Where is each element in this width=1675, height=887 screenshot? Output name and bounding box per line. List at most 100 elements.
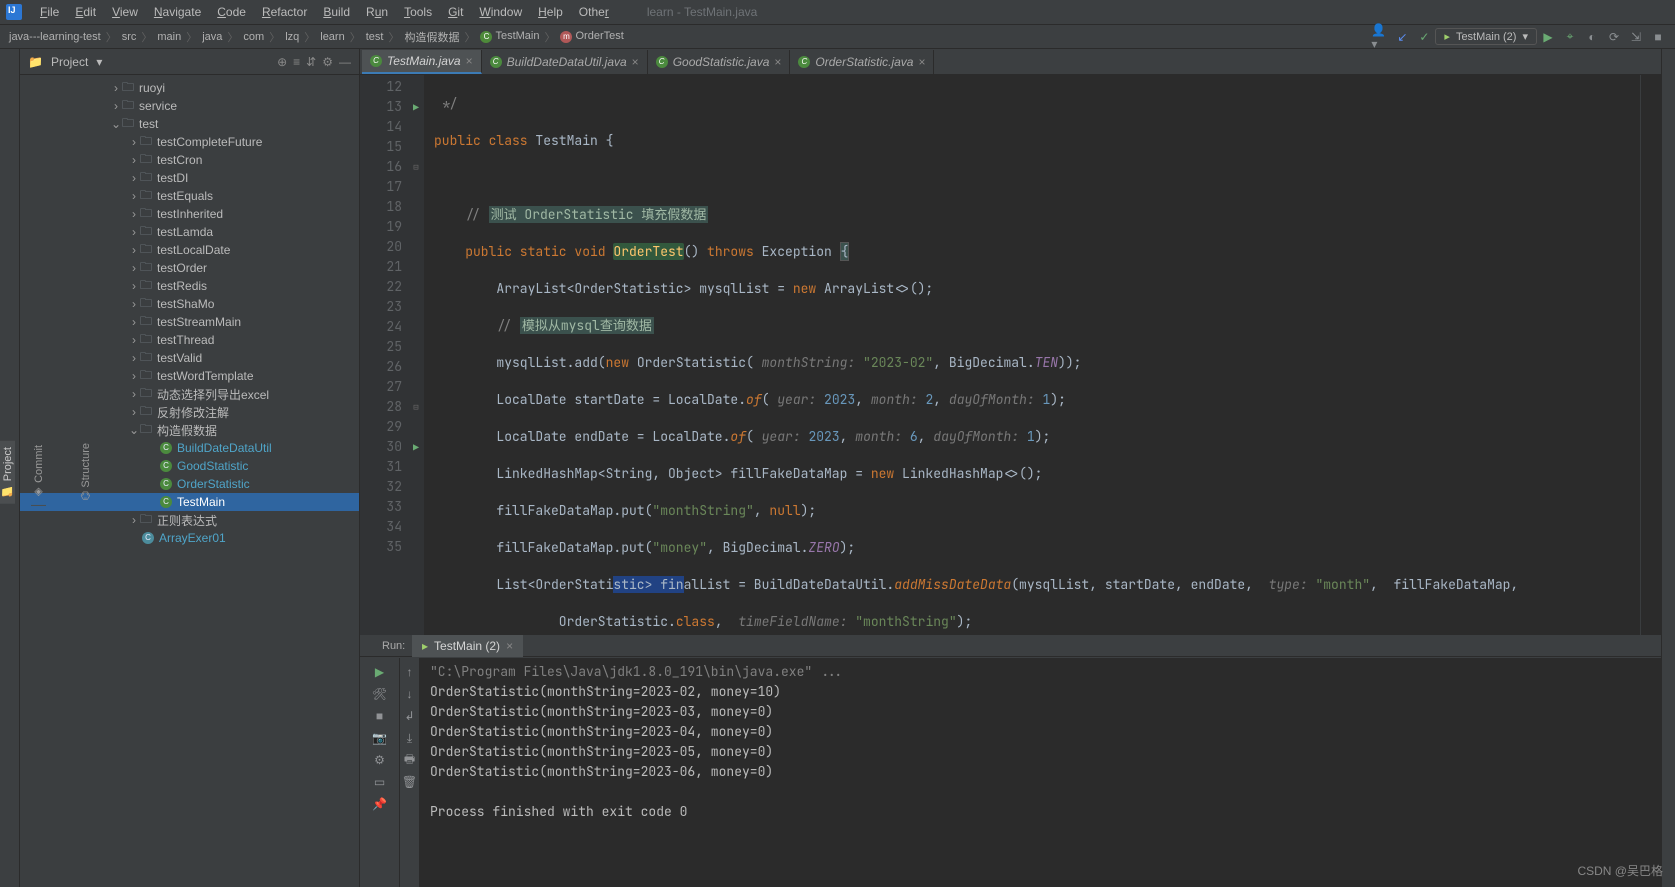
stop-button[interactable]: ■ xyxy=(1649,28,1667,46)
crumb-src[interactable]: src xyxy=(119,31,140,43)
tree-class[interactable]: CBuildDateDataUtil xyxy=(20,439,359,457)
crumb-main[interactable]: main xyxy=(154,31,184,43)
menu-help[interactable]: Help xyxy=(530,5,571,19)
scroll-icon[interactable]: ⤓ xyxy=(400,728,419,748)
code-content[interactable]: */ public class TestMain { // 测试 OrderSt… xyxy=(424,75,1661,635)
tree-class[interactable]: COrderStatistic xyxy=(20,475,359,493)
code-editor[interactable]: 1213141516171819202122232425262728293031… xyxy=(360,75,1661,635)
camera-icon[interactable]: 📷 xyxy=(360,728,399,748)
crumb-class[interactable]: CTestMain xyxy=(477,30,542,43)
tree-class-selected[interactable]: CTestMain xyxy=(20,493,359,511)
menu-other[interactable]: Other xyxy=(571,5,617,19)
close-icon[interactable]: × xyxy=(774,55,781,69)
wrap-icon[interactable]: ↲ xyxy=(400,706,419,726)
tree-folder[interactable]: ›ruoyi xyxy=(20,79,359,97)
run-line-icon[interactable]: ▶ xyxy=(413,441,419,454)
menu-run[interactable]: Run xyxy=(358,5,396,19)
profile-button[interactable]: ⟳ xyxy=(1605,28,1623,46)
hide-panel-icon[interactable]: — xyxy=(339,55,351,69)
tree-folder[interactable]: ›testWordTemplate xyxy=(20,367,359,385)
editor-tab[interactable]: COrderStatistic.java× xyxy=(790,50,934,74)
tree-folder[interactable]: ›testThread xyxy=(20,331,359,349)
close-icon[interactable]: × xyxy=(466,54,473,68)
close-icon[interactable]: × xyxy=(918,55,925,69)
git-commit-icon[interactable]: ✓ xyxy=(1415,28,1433,46)
up-icon[interactable]: ↑ xyxy=(400,662,419,682)
crumb-test[interactable]: test xyxy=(363,31,387,43)
crumb-com[interactable]: com xyxy=(240,31,267,43)
tree-folder[interactable]: ›testLamda xyxy=(20,223,359,241)
tree-folder-open[interactable]: ⌄构造假数据 xyxy=(20,421,359,439)
menu-window[interactable]: Window xyxy=(471,5,530,19)
menu-refactor[interactable]: Refactor xyxy=(254,5,315,19)
run-line-icon[interactable]: ▶ xyxy=(413,101,419,114)
tree-folder[interactable]: ›正则表达式 xyxy=(20,511,359,529)
tree-folder[interactable]: ›testOrder xyxy=(20,259,359,277)
project-tree[interactable]: ›ruoyi ›service ⌄test ›testCompleteFutur… xyxy=(20,75,359,887)
tree-folder[interactable]: ›动态选择列导出excel xyxy=(20,385,359,403)
tree-folder[interactable]: ›testRedis xyxy=(20,277,359,295)
menu-code[interactable]: Code xyxy=(209,5,254,19)
tree-folder[interactable]: ›testValid xyxy=(20,349,359,367)
crumb-root[interactable]: java---learning-test xyxy=(6,31,104,43)
editor-tab[interactable]: CBuildDateDataUtil.java× xyxy=(482,50,648,74)
crumb-lzq[interactable]: lzq xyxy=(282,31,302,43)
left-tab-structure[interactable]: ⌬ Structure xyxy=(78,437,93,506)
crumb-pkg[interactable]: 构造假数据 xyxy=(401,29,462,45)
close-icon[interactable]: × xyxy=(506,639,513,653)
tree-folder[interactable]: ›service xyxy=(20,97,359,115)
left-tab-commit[interactable]: ◈ Commit xyxy=(31,439,46,506)
stop-icon[interactable]: ■ xyxy=(360,706,399,726)
tree-folder[interactable]: ›testInherited xyxy=(20,205,359,223)
tree-class[interactable]: CArrayExer01 xyxy=(20,529,359,547)
tree-folder[interactable]: ›testCron xyxy=(20,151,359,169)
tool-icon[interactable]: 🛠 xyxy=(360,684,399,704)
trash-icon[interactable]: 🗑 xyxy=(400,772,419,792)
run-tab[interactable]: ▸ TestMain (2) × xyxy=(412,635,523,657)
editor-tab-active[interactable]: CTestMain.java× xyxy=(362,50,482,74)
down-icon[interactable]: ↓ xyxy=(400,684,419,704)
print-icon[interactable]: 🖶 xyxy=(400,750,419,770)
chevron-down-icon[interactable]: ▾ xyxy=(96,55,102,69)
tree-folder[interactable]: ›反射修改注解 xyxy=(20,403,359,421)
expand-all-icon[interactable]: ≡ xyxy=(293,55,300,69)
pin-icon[interactable]: 📌 xyxy=(360,794,399,814)
collapse-all-icon[interactable]: ⇵ xyxy=(306,55,316,69)
method-icon: m xyxy=(560,31,572,43)
select-opened-icon[interactable]: ⊕ xyxy=(277,55,287,69)
crumb-method[interactable]: mOrderTest xyxy=(557,30,626,43)
menu-navigate[interactable]: Navigate xyxy=(146,5,209,19)
crumb-learn[interactable]: learn xyxy=(317,31,347,43)
left-tab-project[interactable]: 📁 Project xyxy=(0,441,15,504)
menu-file[interactable]: File xyxy=(32,5,67,19)
run-config-selector[interactable]: ▸ TestMain (2) ▾ xyxy=(1435,28,1537,45)
console-output[interactable]: "C:\Program Files\Java\jdk1.8.0_191\bin\… xyxy=(420,658,1661,887)
tree-folder[interactable]: ›testDI xyxy=(20,169,359,187)
gutter-icons[interactable]: ▶⊟ ⊟ ▶ xyxy=(408,75,424,635)
attach-button[interactable]: ⇲ xyxy=(1627,28,1645,46)
tree-folder[interactable]: ›testStreamMain xyxy=(20,313,359,331)
crumb-java[interactable]: java xyxy=(199,31,225,43)
git-update-icon[interactable]: ↙ xyxy=(1393,28,1411,46)
menu-git[interactable]: Git xyxy=(440,5,471,19)
settings-icon[interactable]: ⚙ xyxy=(322,55,333,69)
tree-folder[interactable]: ›testLocalDate xyxy=(20,241,359,259)
coverage-button[interactable]: ◐ xyxy=(1583,28,1601,46)
settings2-icon[interactable]: ⚙ xyxy=(360,750,399,770)
rerun-icon[interactable]: ▶ xyxy=(360,662,399,682)
tree-class[interactable]: CGoodStatistic xyxy=(20,457,359,475)
menu-edit[interactable]: Edit xyxy=(67,5,104,19)
tree-folder[interactable]: ›testEquals xyxy=(20,187,359,205)
debug-button[interactable]: ⌖ xyxy=(1561,28,1579,46)
menu-tools[interactable]: Tools xyxy=(396,5,440,19)
layout-icon[interactable]: ▭ xyxy=(360,772,399,792)
tree-folder[interactable]: ›testCompleteFuture xyxy=(20,133,359,151)
editor-tab[interactable]: CGoodStatistic.java× xyxy=(648,50,791,74)
close-icon[interactable]: × xyxy=(632,55,639,69)
run-button[interactable]: ▶ xyxy=(1539,28,1557,46)
menu-build[interactable]: Build xyxy=(315,5,358,19)
tree-folder[interactable]: ›testShaMo xyxy=(20,295,359,313)
user-icon[interactable]: 👤▾ xyxy=(1371,28,1389,46)
tree-folder[interactable]: ⌄test xyxy=(20,115,359,133)
menu-view[interactable]: View xyxy=(104,5,146,19)
